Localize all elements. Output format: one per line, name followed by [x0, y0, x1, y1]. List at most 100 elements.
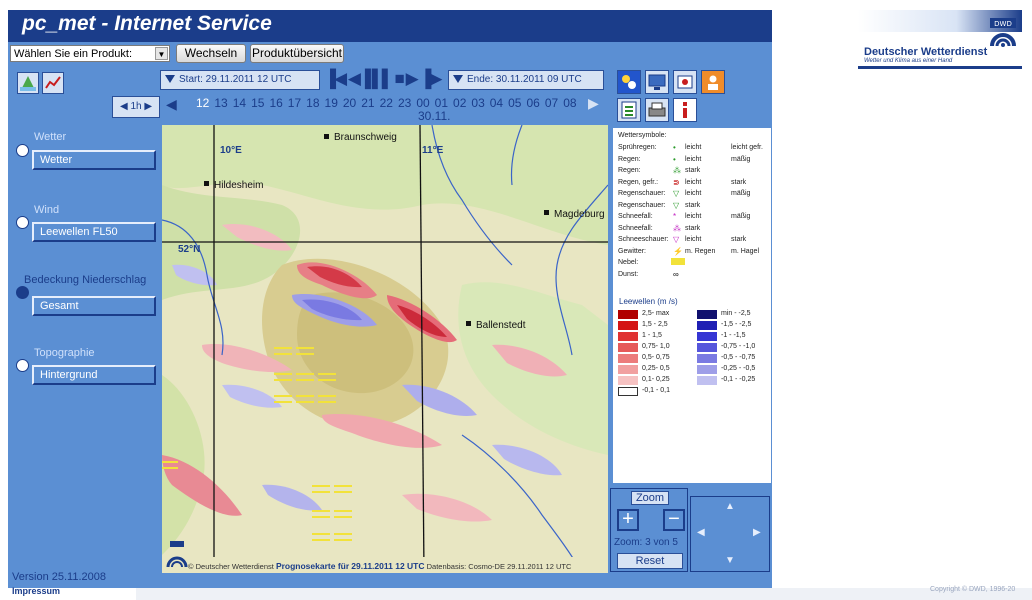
hour-03[interactable]: 03 — [471, 96, 484, 110]
time-step-selector[interactable]: ◀ 1h ▶ — [112, 96, 160, 118]
hour-prev-icon[interactable]: ◀ — [166, 96, 177, 113]
switch-button[interactable]: Wechseln — [176, 44, 246, 63]
legend-swatch — [618, 343, 638, 352]
pan-up-icon[interactable]: ▲ — [725, 501, 735, 512]
weather-symbol-icon: • — [673, 154, 676, 164]
version-label: Version 25.11.2008 — [12, 571, 106, 583]
print-settings-icon[interactable] — [673, 70, 697, 94]
list-icon[interactable] — [617, 98, 641, 122]
hour-21[interactable]: 21 — [361, 96, 374, 110]
zoom-reset-button[interactable]: Reset — [617, 553, 683, 569]
topo-section-label: Topographie — [34, 347, 95, 359]
legend-row-b: stark — [731, 236, 747, 243]
zoom-title: Zoom — [631, 491, 669, 505]
brand-name: Deutscher Wetterdienst — [864, 46, 988, 58]
hour-22[interactable]: 22 — [380, 96, 393, 110]
wind-field[interactable]: Leewellen FL50 — [32, 222, 156, 242]
legend-swatch — [697, 310, 717, 319]
legend-scale-label: -1 - -1,5 — [721, 332, 746, 339]
legend-scale-label: -0,5 - -0,75 — [721, 354, 756, 361]
weather-field[interactable]: Wetter — [32, 150, 156, 170]
step-back-icon[interactable]: ◀ — [120, 101, 128, 112]
legend-scale-label: 2,5- max — [642, 310, 670, 317]
weather-symbols-icon[interactable] — [617, 70, 641, 94]
legend-scale-label: 0,75- 1,0 — [642, 343, 670, 350]
hour-16[interactable]: 16 — [269, 96, 282, 110]
hour-19[interactable]: 19 — [325, 96, 338, 110]
weather-symbol-icon: ▽ — [673, 189, 680, 198]
pan-right-icon[interactable]: ▶ — [753, 527, 761, 538]
map-canvas: Braunschweig Hildesheim Magdeburg Ballen… — [162, 125, 608, 573]
hour-04[interactable]: 04 — [490, 96, 503, 110]
chevron-down-icon — [165, 75, 175, 84]
hour-23[interactable]: 23 — [398, 96, 411, 110]
legend-swatch — [618, 354, 638, 363]
weather-symbol-icon: • — [673, 143, 676, 152]
legend-row-label: Schneefall: — [618, 224, 653, 232]
legend-swatch — [618, 365, 638, 374]
legend-row-label: Regenschauer: — [618, 190, 666, 197]
play-icon[interactable]: ▶ — [406, 69, 419, 88]
wind-radio[interactable] — [16, 216, 29, 229]
hour-08[interactable]: 08 — [563, 96, 576, 110]
impressum-link[interactable]: Impressum — [12, 586, 60, 596]
map-view-icon[interactable] — [17, 72, 39, 94]
legend-row-a: leicht — [685, 213, 702, 220]
svg-text:DWD: DWD — [994, 20, 1012, 28]
legend-scale-label: min - -2,5 — [721, 310, 751, 317]
hour-01[interactable]: 01 — [435, 96, 448, 110]
legend-row-label: Dunst: — [618, 270, 639, 278]
hour-20[interactable]: 20 — [343, 96, 356, 110]
skip-forward-icon[interactable]: ▐▶ — [419, 69, 442, 88]
hour-next-icon[interactable]: ▶ — [588, 95, 599, 112]
forecast-map[interactable]: Braunschweig Hildesheim Magdeburg Ballen… — [162, 125, 608, 573]
hour-14[interactable]: 14 — [233, 96, 246, 110]
legend-row-a: stark — [685, 224, 701, 232]
cover-radio[interactable] — [16, 286, 29, 299]
legend-row-a: stark — [685, 201, 701, 209]
start-time-selector[interactable]: Start: 29.11.2011 12 UTC — [160, 70, 320, 90]
lon-label-10e: 10°E — [220, 145, 242, 156]
topo-radio[interactable] — [16, 359, 29, 372]
weather-radio[interactable] — [16, 144, 29, 157]
weather-symbol-icon: ∞ — [673, 269, 679, 279]
product-select[interactable]: Wählen Sie ein Produkt: ▼ — [10, 45, 170, 62]
hour-02[interactable]: 02 — [453, 96, 466, 110]
chevron-down-icon[interactable]: ▼ — [155, 47, 168, 60]
cover-field[interactable]: Gesamt — [32, 296, 156, 316]
topo-field[interactable]: Hintergrund — [32, 365, 156, 385]
hour-15[interactable]: 15 — [251, 96, 264, 110]
stop-icon[interactable]: ■ — [395, 69, 405, 88]
pause-icon[interactable]: ▌▌ — [372, 69, 394, 88]
monitor-icon[interactable] — [645, 70, 669, 94]
hour-17[interactable]: 17 — [288, 96, 301, 110]
step-back-icon[interactable]: ◀▐ — [348, 69, 371, 88]
chart-view-icon[interactable] — [42, 72, 64, 94]
legend-row-b: mäßig — [731, 190, 751, 197]
legend-row-b: mäßig — [731, 155, 751, 163]
step-forward-icon[interactable]: ▶ — [144, 101, 152, 112]
hour-05[interactable]: 05 — [508, 96, 521, 110]
hour-13[interactable]: 13 — [214, 96, 227, 110]
weather-symbol-icon: ▽ — [673, 200, 680, 210]
legend-row-a: m. Regen — [685, 247, 716, 255]
legend-swatch — [618, 332, 638, 341]
hour-12[interactable]: 12 — [196, 96, 209, 110]
skip-back-icon[interactable]: ▐◀ — [324, 69, 347, 88]
end-time-selector[interactable]: Ende: 30.11.2011 09 UTC — [448, 70, 604, 90]
hour-07[interactable]: 07 — [545, 96, 558, 110]
pan-left-icon[interactable]: ◀ — [697, 527, 705, 538]
overview-button[interactable]: Produktübersicht — [250, 44, 344, 63]
legend-row-a: leicht — [685, 236, 702, 243]
hour-00[interactable]: 00 — [416, 96, 429, 110]
info-icon[interactable] — [673, 98, 697, 122]
hour-18[interactable]: 18 — [306, 96, 319, 110]
user-icon[interactable] — [701, 70, 725, 94]
pan-down-icon[interactable]: ▼ — [725, 555, 735, 566]
printer-icon[interactable] — [645, 98, 669, 122]
hour-06[interactable]: 06 — [526, 96, 539, 110]
zoom-out-button[interactable]: − — [663, 509, 685, 531]
legend-swatch — [618, 321, 638, 330]
zoom-in-button[interactable]: + — [617, 509, 639, 531]
wind-section-label: Wind — [34, 204, 60, 216]
